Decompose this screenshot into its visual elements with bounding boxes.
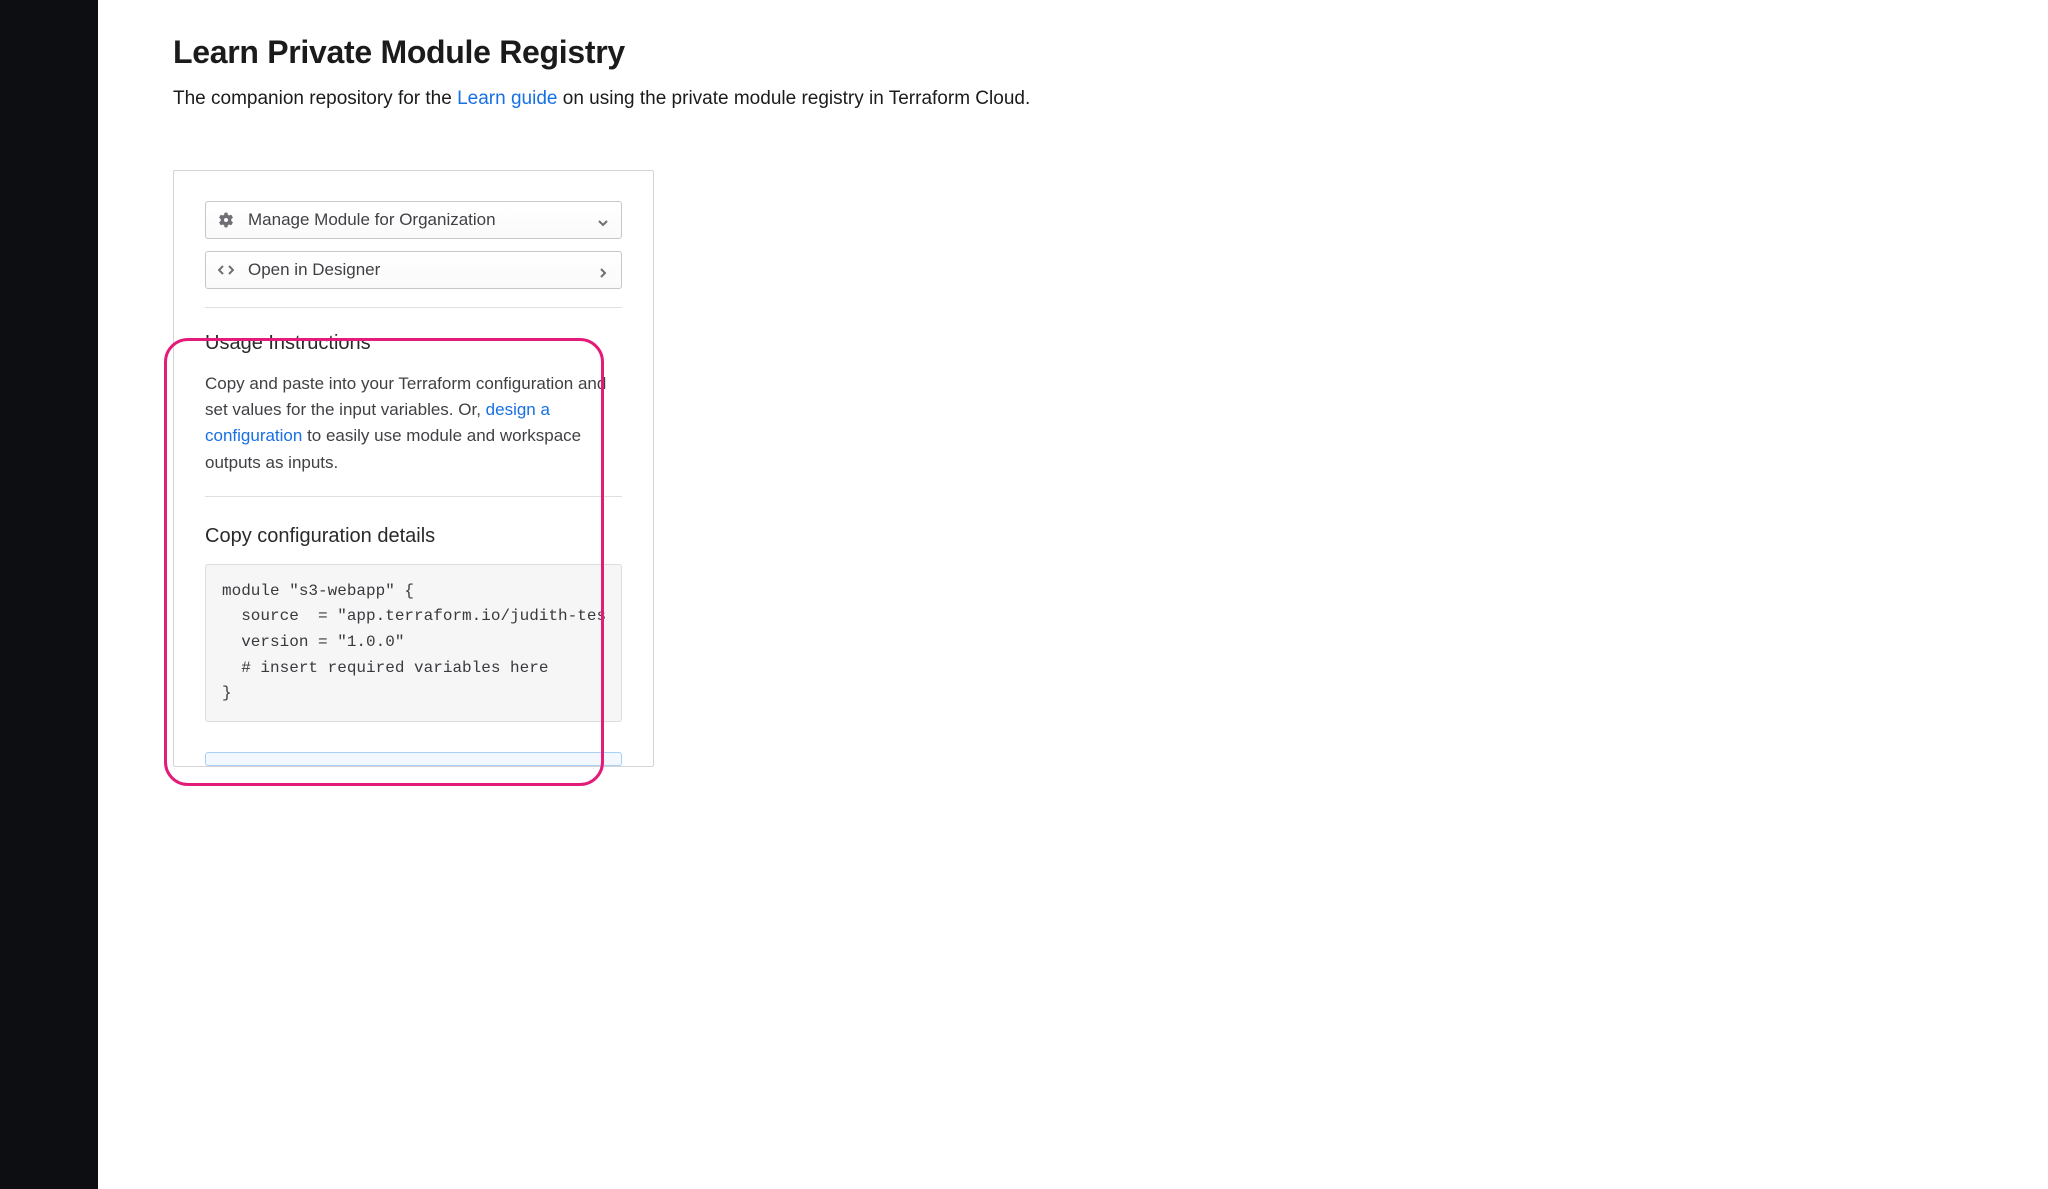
usage-instructions-text: Copy and paste into your Terraform confi…	[205, 371, 622, 476]
code-block[interactable]: module "s3-webapp" { source = "app.terra…	[205, 564, 622, 722]
info-box	[205, 752, 622, 766]
intro-before: The companion repository for the	[173, 88, 457, 109]
usage-instructions-heading: Usage Instructions	[205, 332, 622, 355]
open-designer-label: Open in Designer	[248, 260, 380, 280]
open-designer-button[interactable]: Open in Designer	[205, 251, 622, 289]
chevron-down-icon	[597, 214, 609, 226]
code-icon	[218, 262, 234, 278]
learn-guide-link[interactable]: Learn guide	[457, 88, 557, 109]
inner-divider	[205, 496, 622, 497]
manage-module-button[interactable]: Manage Module for Organization	[205, 201, 622, 239]
main-content: Learn Private Module Registry The compan…	[98, 0, 2048, 1189]
manage-module-label: Manage Module for Organization	[248, 210, 496, 230]
left-sidebar	[0, 0, 98, 1189]
module-card: Manage Module for Organization Open in D…	[173, 170, 654, 767]
divider	[205, 307, 622, 308]
intro-after: on using the private module registry in …	[557, 88, 1030, 109]
page-title: Learn Private Module Registry	[173, 34, 2048, 71]
intro-text: The companion repository for the Learn g…	[173, 85, 2048, 114]
chevron-right-icon	[597, 264, 609, 276]
copy-config-heading: Copy configuration details	[205, 525, 622, 548]
gear-icon	[218, 212, 234, 228]
